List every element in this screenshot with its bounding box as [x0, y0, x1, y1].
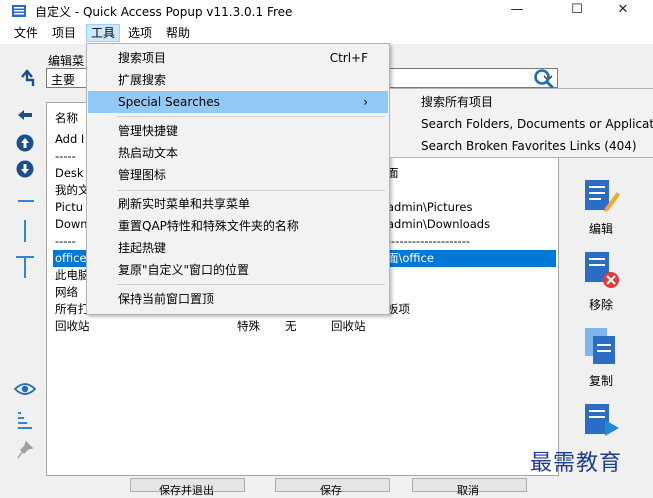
- list-item[interactable]: -----: [55, 149, 76, 163]
- remove-button-label[interactable]: 移除: [565, 296, 637, 313]
- shortcut-label: Ctrl+F: [329, 51, 368, 65]
- special-searches-submenu: 搜索所有项目 Search Folders, Documents or Appl…: [389, 88, 653, 158]
- app-icon: [12, 5, 26, 17]
- minimize-button[interactable]: —: [494, 0, 540, 22]
- list-item[interactable]: 回收站: [55, 319, 90, 333]
- menu-item-reset-names[interactable]: 重置QAP特性和特殊文件夹的名称: [88, 215, 388, 237]
- save-and-exit-button[interactable]: 保存并退出: [130, 478, 245, 497]
- list-item-location: 回收站: [331, 319, 366, 333]
- menu-item-special-searches[interactable]: Special Searches ›: [88, 91, 388, 113]
- chevron-right-icon: ›: [363, 95, 368, 109]
- menu-item-hotstring-text[interactable]: 热启动文本: [88, 142, 388, 164]
- sort-icon[interactable]: [16, 410, 34, 430]
- menu-item-search[interactable]: 搜索项目 Ctrl+F: [88, 47, 388, 69]
- search-icon[interactable]: [533, 68, 555, 90]
- menu-item-restore-window-position[interactable]: 复原"自定义"窗口的位置: [88, 259, 388, 281]
- menu-items[interactable]: 项目: [48, 24, 80, 42]
- submenu-item-search-broken-links[interactable]: Search Broken Favorites Links (404): [390, 135, 653, 157]
- list-item[interactable]: 网络: [55, 285, 78, 299]
- edit-button-label[interactable]: 编辑: [565, 220, 637, 237]
- list-item-location: --------------------: [387, 234, 470, 248]
- list-item-type: 特殊: [237, 319, 260, 333]
- save-button[interactable]: 保存: [275, 478, 390, 497]
- list-item[interactable]: Down: [55, 217, 88, 231]
- back-arrow-icon[interactable]: [16, 108, 34, 122]
- copy-button-label[interactable]: 复制: [565, 372, 637, 389]
- list-item-hotkey: 无: [285, 319, 297, 333]
- menu-help[interactable]: 帮助: [162, 24, 194, 42]
- up-arrow-icon[interactable]: [18, 68, 36, 88]
- edit-menu-label: 编辑菜: [48, 54, 85, 68]
- list-item[interactable]: 此电脑: [55, 268, 90, 282]
- list-item[interactable]: Add I: [55, 132, 84, 146]
- maximize-button[interactable]: ☐: [554, 0, 600, 22]
- remove-icon[interactable]: [583, 250, 621, 288]
- menu-item-always-on-top[interactable]: 保持当前窗口置顶: [88, 288, 388, 310]
- text-separator-icon[interactable]: [16, 256, 34, 278]
- menu-item-manage-icons[interactable]: 管理图标: [88, 164, 388, 186]
- left-toolbar: [8, 96, 48, 476]
- menu-item-suspend-hotkeys[interactable]: 挂起热键: [88, 237, 388, 259]
- copy-icon[interactable]: [583, 326, 621, 366]
- submenu-item-search-all[interactable]: 搜索所有项目: [390, 91, 653, 113]
- list-item[interactable]: -----: [55, 234, 76, 248]
- column-break-icon[interactable]: [22, 220, 28, 242]
- list-item[interactable]: 所有打: [55, 302, 90, 316]
- column-header-name[interactable]: 名称: [55, 111, 78, 125]
- move-down-icon[interactable]: [16, 160, 34, 178]
- menu-separator: [117, 190, 385, 191]
- list-item[interactable]: Pictu: [55, 200, 83, 214]
- list-item-selected[interactable]: office: [55, 251, 87, 265]
- cancel-button[interactable]: 取消: [412, 478, 527, 497]
- edit-icon[interactable]: [583, 178, 621, 216]
- close-button[interactable]: ✕: [600, 0, 646, 22]
- list-item-location: 面\office: [387, 251, 434, 265]
- list-item[interactable]: Desk: [55, 166, 84, 180]
- menu-tools[interactable]: 工具: [86, 24, 121, 42]
- eye-icon[interactable]: [14, 382, 36, 396]
- menu-file[interactable]: 文件: [10, 24, 42, 42]
- menu-item-refresh-live-menus[interactable]: 刷新实时菜单和共享菜单: [88, 193, 388, 215]
- window-title: 自定义 - Quick Access Popup v11.3.0.1 Free: [35, 5, 293, 19]
- watermark-text: 最需教育: [530, 451, 623, 476]
- menu-select-value: 主要: [51, 73, 76, 87]
- list-item-location: admin\Downloads: [387, 217, 491, 231]
- move-up-icon[interactable]: [16, 134, 34, 152]
- list-item-location: admin\Pictures: [387, 200, 473, 214]
- menu-item-manage-hotkeys[interactable]: 管理快捷键: [88, 120, 388, 142]
- right-panel: 编辑 移除 复制: [565, 148, 645, 478]
- menu-separator: [117, 116, 385, 117]
- submenu-item-search-folders-docs-apps[interactable]: Search Folders, Documents or Application…: [390, 113, 653, 135]
- list-item-location: 板项: [387, 302, 410, 316]
- tools-menu: 搜索项目 Ctrl+F 扩展搜索 Special Searches › 管理快捷…: [86, 43, 390, 315]
- list-item[interactable]: 我的文: [55, 183, 90, 197]
- menu-separator: [117, 284, 385, 285]
- menu-item-extended-search[interactable]: 扩展搜索: [88, 69, 388, 91]
- separator-icon[interactable]: [18, 198, 34, 204]
- pin-icon[interactable]: [16, 440, 34, 460]
- run-icon[interactable]: [583, 402, 621, 438]
- menu-options[interactable]: 选项: [124, 24, 156, 42]
